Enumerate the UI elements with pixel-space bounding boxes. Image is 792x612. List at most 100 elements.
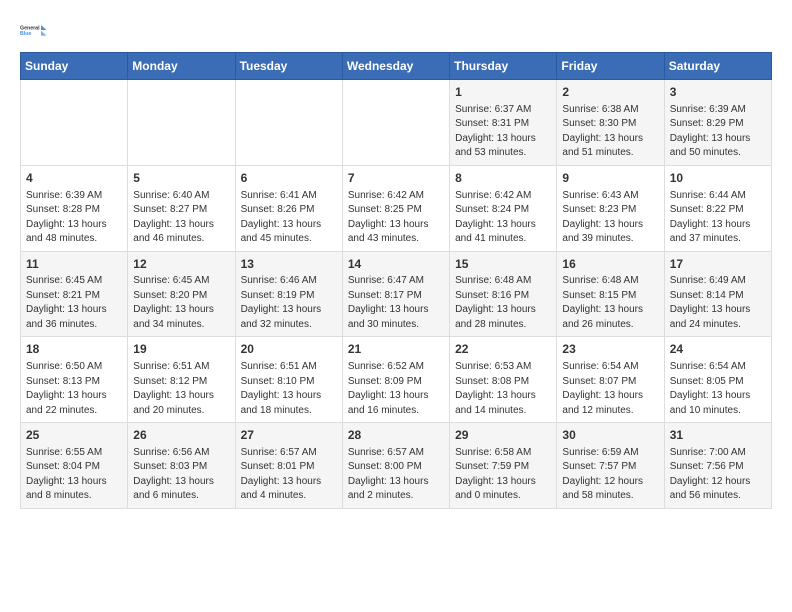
day-info: Sunrise: 6:51 AM Sunset: 8:10 PM Dayligh… (241, 360, 337, 418)
calendar-body: 1Sunrise: 6:37 AM Sunset: 8:31 PM Daylig… (21, 80, 772, 509)
day-info: Sunrise: 6:39 AM Sunset: 8:29 PM Dayligh… (670, 103, 766, 161)
day-info: Sunrise: 6:45 AM Sunset: 8:20 PM Dayligh… (133, 274, 229, 332)
calendar-cell: 28 Sunrise: 6:57 AM Sunset: 8:00 PM Dayli… (342, 423, 449, 509)
day-number: 19 (133, 341, 229, 358)
day-number: 23 (562, 341, 658, 358)
day-info: Sunrise: 6:52 AM Sunset: 8:09 PM Dayligh… (348, 360, 444, 418)
page-header: GeneralBlue (20, 16, 772, 44)
calendar-cell (21, 80, 128, 166)
day-number: 5 (133, 170, 229, 187)
calendar-cell: 1Sunrise: 6:37 AM Sunset: 8:31 PM Daylig… (450, 80, 557, 166)
day-number: 4 (26, 170, 122, 187)
calendar-cell: 26Sunrise: 6:56 AM Sunset: 8:03 PM Dayli… (128, 423, 235, 509)
calendar-cell: 17Sunrise: 6:49 AM Sunset: 8:14 PM Dayli… (664, 251, 771, 337)
day-info: Sunrise: 6:48 AM Sunset: 8:15 PM Dayligh… (562, 274, 658, 332)
calendar-cell: 13Sunrise: 6:46 AM Sunset: 8:19 PM Dayli… (235, 251, 342, 337)
day-number: 29 (455, 427, 551, 444)
day-number: 18 (26, 341, 122, 358)
day-info: Sunrise: 6:45 AM Sunset: 8:21 PM Dayligh… (26, 274, 122, 332)
day-info: Sunrise: 6:53 AM Sunset: 8:08 PM Dayligh… (455, 360, 551, 418)
calendar-cell: 12Sunrise: 6:45 AM Sunset: 8:20 PM Dayli… (128, 251, 235, 337)
calendar-cell: 16Sunrise: 6:48 AM Sunset: 8:15 PM Dayli… (557, 251, 664, 337)
day-number: 26 (133, 427, 229, 444)
day-number: 6 (241, 170, 337, 187)
calendar-cell: 19 Sunrise: 6:51 AM Sunset: 8:12 PM Dayli… (128, 337, 235, 423)
calendar-cell: 9 Sunrise: 6:43 AM Sunset: 8:23 PM Daylig… (557, 165, 664, 251)
calendar-cell: 20 Sunrise: 6:51 AM Sunset: 8:10 PM Dayli… (235, 337, 342, 423)
day-info: Sunrise: 6:58 AM Sunset: 7:59 PM Dayligh… (455, 446, 551, 504)
calendar-cell: 18 Sunrise: 6:50 AM Sunset: 8:13 PM Dayli… (21, 337, 128, 423)
logo: GeneralBlue (20, 16, 48, 44)
day-number: 2 (562, 84, 658, 101)
day-info: Sunrise: 6:44 AM Sunset: 8:22 PM Dayligh… (670, 189, 766, 247)
calendar-cell: 15Sunrise: 6:48 AM Sunset: 8:16 PM Dayli… (450, 251, 557, 337)
day-info: Sunrise: 6:42 AM Sunset: 8:24 PM Dayligh… (455, 189, 551, 247)
day-number: 13 (241, 256, 337, 273)
day-info: Sunrise: 6:48 AM Sunset: 8:16 PM Dayligh… (455, 274, 551, 332)
day-number: 27 (241, 427, 337, 444)
day-number: 25 (26, 427, 122, 444)
calendar-cell: 25 Sunrise: 6:55 AM Sunset: 8:04 PM Dayli… (21, 423, 128, 509)
day-info: Sunrise: 6:47 AM Sunset: 8:17 PM Dayligh… (348, 274, 444, 332)
day-number: 16 (562, 256, 658, 273)
header-tuesday: Tuesday (235, 53, 342, 80)
header-wednesday: Wednesday (342, 53, 449, 80)
day-number: 20 (241, 341, 337, 358)
calendar-cell (235, 80, 342, 166)
calendar-cell: 22Sunrise: 6:53 AM Sunset: 8:08 PM Dayli… (450, 337, 557, 423)
calendar-cell: 6 Sunrise: 6:41 AM Sunset: 8:26 PM Daylig… (235, 165, 342, 251)
day-info: Sunrise: 6:43 AM Sunset: 8:23 PM Dayligh… (562, 189, 658, 247)
day-number: 9 (562, 170, 658, 187)
header-sunday: Sunday (21, 53, 128, 80)
calendar-cell: 24 Sunrise: 6:54 AM Sunset: 8:05 PM Dayli… (664, 337, 771, 423)
calendar-cell: 11Sunrise: 6:45 AM Sunset: 8:21 PM Dayli… (21, 251, 128, 337)
header-thursday: Thursday (450, 53, 557, 80)
day-number: 12 (133, 256, 229, 273)
day-number: 14 (348, 256, 444, 273)
day-info: Sunrise: 6:42 AM Sunset: 8:25 PM Dayligh… (348, 189, 444, 247)
day-info: Sunrise: 6:40 AM Sunset: 8:27 PM Dayligh… (133, 189, 229, 247)
calendar-cell: 14Sunrise: 6:47 AM Sunset: 8:17 PM Dayli… (342, 251, 449, 337)
header-saturday: Saturday (664, 53, 771, 80)
calendar-cell: 7Sunrise: 6:42 AM Sunset: 8:25 PM Daylig… (342, 165, 449, 251)
day-number: 10 (670, 170, 766, 187)
week-row-4: 18 Sunrise: 6:50 AM Sunset: 8:13 PM Dayli… (21, 337, 772, 423)
day-info: Sunrise: 6:54 AM Sunset: 8:07 PM Dayligh… (562, 360, 658, 418)
day-info: Sunrise: 6:50 AM Sunset: 8:13 PM Dayligh… (26, 360, 122, 418)
day-info: Sunrise: 6:51 AM Sunset: 8:12 PM Dayligh… (133, 360, 229, 418)
day-number: 21 (348, 341, 444, 358)
calendar-cell: 27 Sunrise: 6:57 AM Sunset: 8:01 PM Dayli… (235, 423, 342, 509)
week-row-2: 4Sunrise: 6:39 AM Sunset: 8:28 PM Daylig… (21, 165, 772, 251)
calendar-cell: 8 Sunrise: 6:42 AM Sunset: 8:24 PM Daylig… (450, 165, 557, 251)
day-info: Sunrise: 6:55 AM Sunset: 8:04 PM Dayligh… (26, 446, 122, 504)
day-number: 8 (455, 170, 551, 187)
day-info: Sunrise: 6:38 AM Sunset: 8:30 PM Dayligh… (562, 103, 658, 161)
calendar-table: SundayMondayTuesdayWednesdayThursdayFrid… (20, 52, 772, 509)
day-info: Sunrise: 6:57 AM Sunset: 8:01 PM Dayligh… (241, 446, 337, 504)
calendar-header: SundayMondayTuesdayWednesdayThursdayFrid… (21, 53, 772, 80)
day-number: 24 (670, 341, 766, 358)
calendar-cell: 21 Sunrise: 6:52 AM Sunset: 8:09 PM Dayli… (342, 337, 449, 423)
svg-text:General: General (20, 25, 40, 31)
calendar-cell: 31Sunrise: 7:00 AM Sunset: 7:56 PM Dayli… (664, 423, 771, 509)
calendar-cell: 30Sunrise: 6:59 AM Sunset: 7:57 PM Dayli… (557, 423, 664, 509)
week-row-3: 11Sunrise: 6:45 AM Sunset: 8:21 PM Dayli… (21, 251, 772, 337)
calendar-cell: 29 Sunrise: 6:58 AM Sunset: 7:59 PM Dayli… (450, 423, 557, 509)
day-info: Sunrise: 6:54 AM Sunset: 8:05 PM Dayligh… (670, 360, 766, 418)
day-info: Sunrise: 6:41 AM Sunset: 8:26 PM Dayligh… (241, 189, 337, 247)
day-number: 11 (26, 256, 122, 273)
week-row-5: 25 Sunrise: 6:55 AM Sunset: 8:04 PM Dayli… (21, 423, 772, 509)
logo-icon: GeneralBlue (20, 16, 48, 44)
day-number: 3 (670, 84, 766, 101)
day-number: 28 (348, 427, 444, 444)
calendar-cell (128, 80, 235, 166)
calendar-cell: 23 Sunrise: 6:54 AM Sunset: 8:07 PM Dayli… (557, 337, 664, 423)
svg-text:Blue: Blue (20, 31, 31, 37)
day-number: 17 (670, 256, 766, 273)
calendar-cell: 3 Sunrise: 6:39 AM Sunset: 8:29 PM Daylig… (664, 80, 771, 166)
calendar-cell: 10 Sunrise: 6:44 AM Sunset: 8:22 PM Dayli… (664, 165, 771, 251)
header-row: SundayMondayTuesdayWednesdayThursdayFrid… (21, 53, 772, 80)
calendar-cell: 4Sunrise: 6:39 AM Sunset: 8:28 PM Daylig… (21, 165, 128, 251)
day-info: Sunrise: 6:57 AM Sunset: 8:00 PM Dayligh… (348, 446, 444, 504)
day-info: Sunrise: 6:37 AM Sunset: 8:31 PM Dayligh… (455, 103, 551, 161)
